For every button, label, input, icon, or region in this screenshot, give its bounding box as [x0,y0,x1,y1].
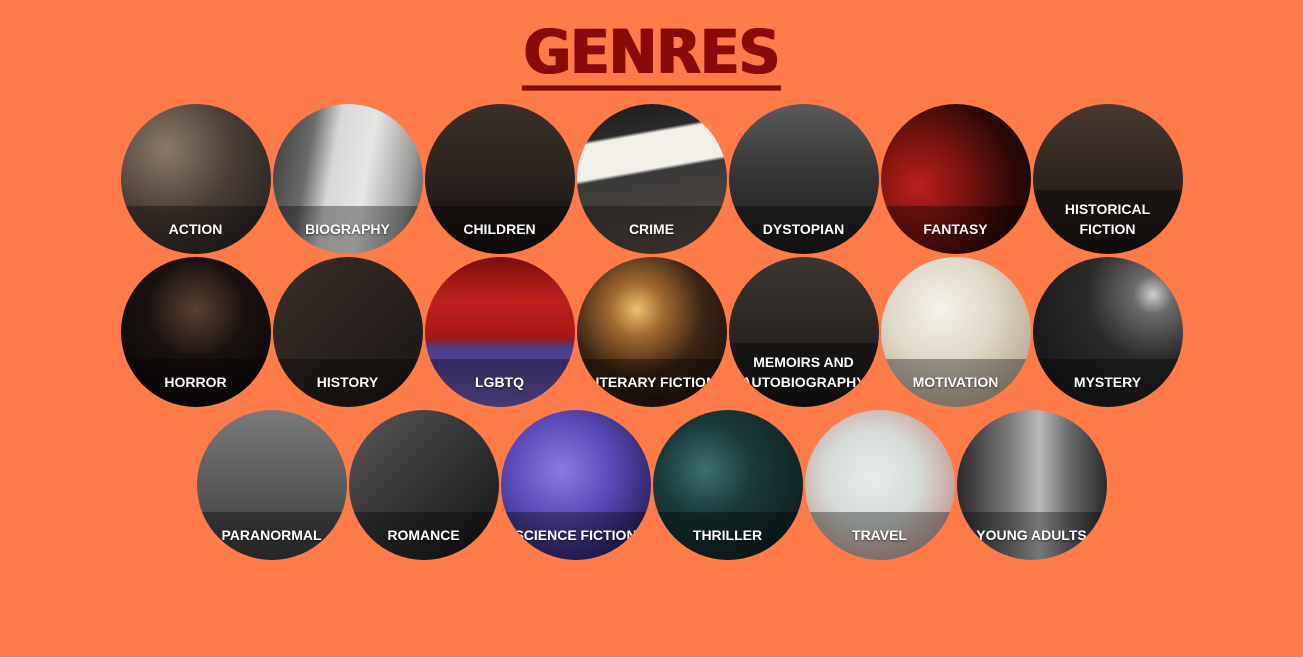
genre-science-fiction[interactable]: SCIENCE FICTION [500,410,651,560]
genre-travel[interactable]: TRAVEL [804,410,955,560]
genre-label: HISTORICAL FICTION [1064,201,1151,237]
genre-horror[interactable]: HORROR [120,257,271,407]
genre-label: PARANORMAL [221,527,322,543]
genre-lgbtq[interactable]: LGBTQ [424,257,575,407]
genre-label: DYSTOPIAN [762,221,845,237]
genre-row-2: HORROR HISTORY LGBTQ LITERARY FICTION ME… [0,257,1303,410]
genre-historical-fiction[interactable]: HISTORICAL FICTION [1032,104,1183,254]
genre-label: TRAVEL [852,527,907,543]
genre-history[interactable]: HISTORY [272,257,423,407]
genre-grid: ACTION BIOGRAPHY CHILDREN CRIME DYSTOPIA… [0,104,1303,563]
genre-label: HISTORY [316,374,379,390]
genre-young-adults[interactable]: YOUNG ADULTS [956,410,1107,560]
genre-label: ACTION [168,221,223,237]
genre-mystery[interactable]: MYSTERY [1032,257,1183,407]
genre-children[interactable]: CHILDREN [424,104,575,254]
genre-label: THRILLER [692,527,763,543]
genre-romance[interactable]: ROMANCE [348,410,499,560]
genre-row-3: PARANORMAL ROMANCE SCIENCE FICTION THRIL… [0,410,1303,563]
genre-crime[interactable]: CRIME [576,104,727,254]
genre-literary-fiction[interactable]: LITERARY FICTION [576,257,727,407]
page-header: GENRES [0,20,1303,91]
genre-label: LGBTQ [475,374,524,390]
genre-biography[interactable]: BIOGRAPHY [272,104,423,254]
genre-paranormal[interactable]: PARANORMAL [196,410,347,560]
genre-label: SCIENCE FICTION [514,527,637,543]
genre-label: BIOGRAPHY [305,221,390,237]
genre-action[interactable]: ACTION [120,104,271,254]
genre-fantasy[interactable]: FANTASY [880,104,1031,254]
genre-memoirs-autobiography[interactable]: MEMOIRS AND AUTOBIOGRAPHY [728,257,879,407]
genre-motivation[interactable]: MOTIVATION [880,257,1031,407]
genre-label: MOTIVATION [912,374,999,390]
genre-label: CHILDREN [463,221,536,237]
genre-label: ROMANCE [387,527,460,543]
page-title: GENRES [521,20,782,91]
genre-label: FANTASY [923,221,988,237]
genre-thriller[interactable]: THRILLER [652,410,803,560]
genre-row-1: ACTION BIOGRAPHY CHILDREN CRIME DYSTOPIA… [0,104,1303,257]
genre-dystopian[interactable]: DYSTOPIAN [728,104,879,254]
genre-label: LITERARY FICTION [586,374,717,390]
genre-label: MEMOIRS AND AUTOBIOGRAPHY [741,354,866,390]
genre-label: HORROR [164,374,227,390]
genre-label: MYSTERY [1073,374,1142,390]
genre-label: YOUNG ADULTS [976,527,1087,543]
genre-label: CRIME [628,221,675,237]
